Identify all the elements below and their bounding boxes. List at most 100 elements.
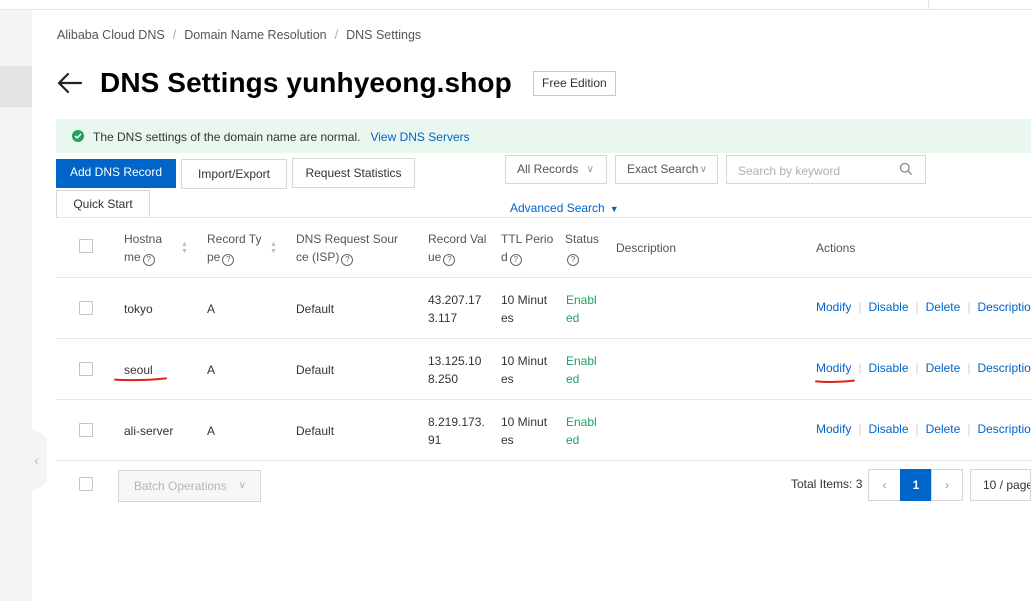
- header-line-with-help: pe?: [207, 248, 261, 266]
- import-export-button[interactable]: Import/Export: [181, 159, 287, 189]
- cell-line: 8.250: [428, 372, 459, 386]
- view-dns-servers-link[interactable]: View DNS Servers: [370, 130, 469, 144]
- help-icon[interactable]: ?: [142, 254, 155, 266]
- column-header-record-type[interactable]: Record Ty pe?: [207, 230, 261, 266]
- page-number-current[interactable]: 1: [900, 469, 932, 501]
- header-line-with-help: ue?: [428, 248, 486, 266]
- help-icon[interactable]: ?: [567, 254, 579, 266]
- prev-page-button[interactable]: ‹: [868, 469, 901, 501]
- header-line-with-help: ce (ISP)?: [296, 248, 398, 266]
- row-actions: Modify | Disable | Delete | Description: [816, 361, 1031, 375]
- select-all-checkbox[interactable]: [79, 239, 93, 253]
- delete-link[interactable]: Delete: [926, 361, 961, 375]
- cell-hostname: tokyo: [124, 302, 153, 316]
- action-separator: |: [858, 361, 862, 375]
- next-page-button[interactable]: ›: [931, 469, 963, 501]
- disable-link[interactable]: Disable: [868, 422, 908, 436]
- action-separator: |: [915, 422, 919, 436]
- search-mode-select[interactable]: Exact Search ∨: [615, 155, 718, 184]
- column-header-description: Description: [616, 241, 677, 255]
- cell-record-type: A: [207, 363, 216, 377]
- add-dns-record-button[interactable]: Add DNS Record: [56, 159, 176, 188]
- row-checkbox[interactable]: [79, 301, 93, 315]
- action-separator: |: [967, 422, 971, 436]
- header-line-with-help: d?: [501, 248, 553, 266]
- help-icon[interactable]: ?: [443, 254, 456, 266]
- page-size-select[interactable]: 10 / page: [970, 469, 1031, 501]
- header-line: Record Ty: [207, 232, 262, 246]
- footer-select-all-checkbox[interactable]: [79, 477, 93, 491]
- modify-link[interactable]: Modify: [816, 422, 851, 436]
- row-border: [56, 460, 1031, 461]
- header-line: TTL Perio: [501, 232, 554, 246]
- help-icon[interactable]: ?: [341, 254, 354, 266]
- cell-status: Enabl ed: [566, 352, 597, 388]
- table-header-border: [56, 277, 1031, 278]
- left-nav-active-item[interactable]: [0, 66, 32, 107]
- help-icon[interactable]: ?: [509, 254, 522, 266]
- quick-start-button[interactable]: Quick Start: [56, 190, 150, 217]
- cell-line: ed: [566, 433, 580, 447]
- modify-link[interactable]: Modify: [816, 361, 851, 375]
- cell-status: Enabl ed: [566, 413, 597, 449]
- header-line: pe: [207, 250, 221, 264]
- top-bar: [0, 0, 1031, 10]
- cell-record-type: A: [207, 302, 216, 316]
- description-link[interactable]: Description: [977, 361, 1031, 375]
- action-separator: |: [858, 422, 862, 436]
- record-filter-select[interactable]: All Records ∨: [505, 155, 607, 184]
- cell-line: Enabl: [566, 415, 597, 429]
- delete-link[interactable]: Delete: [926, 422, 961, 436]
- cell-line: es: [501, 311, 514, 325]
- cell-hostname: ali-server: [124, 424, 174, 438]
- cell-ttl: 10 Minut es: [501, 291, 547, 327]
- disable-link[interactable]: Disable: [868, 300, 908, 314]
- breadcrumb-item-domain-name-resolution[interactable]: Domain Name Resolution: [184, 28, 326, 42]
- breadcrumb-item-dns-settings: DNS Settings: [346, 28, 422, 42]
- search-mode-value: Exact Search: [627, 162, 699, 176]
- action-separator: |: [967, 361, 971, 375]
- disable-link[interactable]: Disable: [868, 361, 908, 375]
- row-checkbox[interactable]: [79, 423, 93, 437]
- sort-icon[interactable]: ▲ ▼: [270, 241, 278, 255]
- sort-icon[interactable]: ▲ ▼: [181, 241, 189, 255]
- advanced-search-label: Advanced Search: [510, 201, 605, 215]
- cell-line: 8.219.173.: [428, 415, 485, 429]
- back-arrow-icon[interactable]: [57, 70, 83, 96]
- cell-ttl: 10 Minut es: [501, 352, 547, 388]
- batch-operations-button[interactable]: Batch Operations ∨: [118, 470, 261, 502]
- header-line: Record Val: [428, 232, 487, 246]
- edition-badge: Free Edition: [533, 71, 616, 96]
- total-items: Total Items: 3: [791, 477, 863, 491]
- cell-line: es: [501, 433, 514, 447]
- row-checkbox[interactable]: [79, 362, 93, 376]
- breadcrumb-item-alibaba-cloud-dns[interactable]: Alibaba Cloud DNS: [57, 28, 165, 42]
- triangle-down-icon: ▼: [609, 204, 619, 214]
- search-icon[interactable]: [899, 162, 913, 176]
- description-link[interactable]: Description: [977, 300, 1031, 314]
- cell-record-value: 8.219.173. 91: [428, 413, 485, 449]
- chevron-right-icon: ›: [945, 478, 949, 492]
- header-line: Status: [565, 232, 600, 246]
- chevron-down-icon: ∨: [586, 164, 594, 175]
- modify-link[interactable]: Modify: [816, 300, 851, 314]
- advanced-search-toggle[interactable]: Advanced Search ▼: [510, 201, 619, 215]
- help-icon[interactable]: ?: [222, 254, 235, 266]
- request-statistics-button[interactable]: Request Statistics: [292, 158, 415, 188]
- action-separator: |: [858, 300, 862, 314]
- cell-line: 3.117: [428, 311, 458, 325]
- cell-status: Enabl ed: [566, 291, 597, 327]
- delete-link[interactable]: Delete: [926, 300, 961, 314]
- cell-record-value: 43.207.17 3.117: [428, 291, 481, 327]
- annotation-underline-hostname: [114, 377, 167, 382]
- column-header-hostname[interactable]: Hostna me?: [124, 230, 162, 266]
- action-separator: |: [967, 300, 971, 314]
- notice-text-row: The DNS settings of the domain name are …: [93, 130, 470, 144]
- cell-ttl: 10 Minut es: [501, 413, 547, 449]
- sidebar-collapse-handle[interactable]: ‹: [32, 428, 47, 492]
- search-input[interactable]: [727, 156, 900, 185]
- description-link[interactable]: Description: [977, 422, 1031, 436]
- annotation-underline-modify: [815, 379, 855, 384]
- record-filter-value: All Records: [517, 162, 579, 176]
- cell-line: Enabl: [566, 354, 597, 368]
